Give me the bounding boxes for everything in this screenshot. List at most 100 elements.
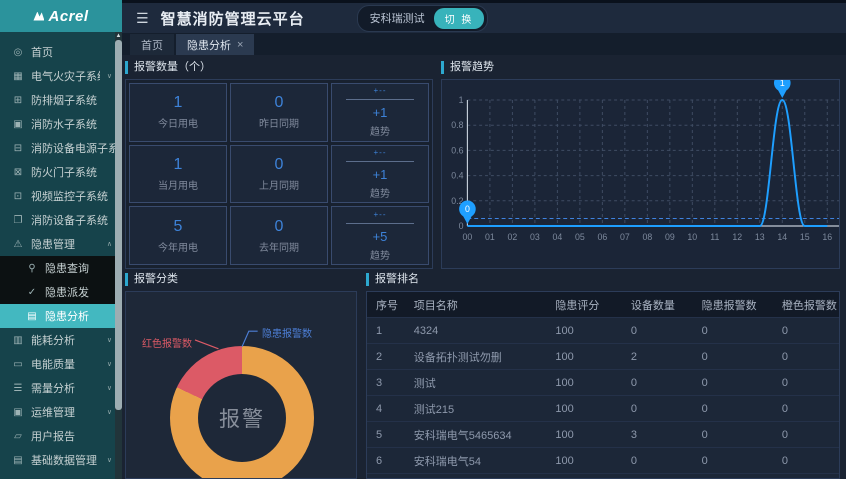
search-icon: ⚲ [26, 263, 38, 274]
svg-text:05: 05 [575, 232, 585, 242]
logo-text: Acrel [48, 8, 88, 25]
svg-text:1: 1 [780, 80, 785, 88]
svg-text:16: 16 [822, 232, 832, 242]
sidebar-item-home[interactable]: ◎首页 [0, 40, 122, 64]
sidebar-item-demand-analysis[interactable]: ☰需量分析∨ [0, 376, 122, 400]
tab-home[interactable]: 首页 [130, 34, 174, 55]
check-icon: ✓ [26, 287, 38, 298]
sidebar-item-user-report[interactable]: ▱用户报告 [0, 424, 122, 448]
sidebar-item-ops-management[interactable]: ▣运维管理∨ [0, 400, 122, 424]
tabbar: 首页 隐患分析 × [122, 33, 846, 55]
hazard-submenu: ⚲隐患查询 ✓隐患派发 ▤隐患分析 [0, 256, 122, 328]
app-logo[interactable]: Acrel [0, 0, 122, 32]
sidebar-item-hazard-dispatch[interactable]: ✓隐患派发 [0, 280, 122, 304]
alarm-rank-panel: 序号项目名称隐患评分设备数量隐患报警数橙色报警数 14324100000 2设备… [366, 291, 840, 479]
section-title-alarm-rank: 报警排名 [366, 273, 840, 286]
chart-icon: ▦ [12, 71, 24, 82]
stat-card-last-month: 0上月同期 [230, 145, 328, 204]
sidebar-item-smoke-control[interactable]: ⊞防排烟子系统 [0, 88, 122, 112]
video-icon: ⊡ [12, 191, 24, 202]
sidebar-item-fire-water[interactable]: ▣消防水子系统 [0, 112, 122, 136]
table-row[interactable]: 14324100000 [367, 317, 839, 343]
sidebar-item-fire-equipment-power[interactable]: ⊟消防设备电源子系统 [0, 136, 122, 160]
home-icon: ◎ [12, 47, 24, 58]
svg-text:04: 04 [552, 232, 562, 242]
donut-label-hazard-alarms: 隐患报警数 [262, 325, 312, 340]
donut-center: 报警 [198, 374, 286, 462]
donut-label-red-alarms: 红色报警数 [142, 335, 192, 350]
switch-button[interactable]: 切 换 [434, 8, 485, 29]
monitor-icon: ▣ [12, 407, 24, 418]
battery-icon: ▭ [12, 359, 24, 370]
content: 报警数量（个） 1今日用电 0昨日同期 +--+1趋势 1当月用电 0上月同期 … [122, 55, 846, 479]
sidebar-scrollbar[interactable]: ▲ [115, 32, 122, 479]
section-title-alarm-count: 报警数量（个） [125, 61, 433, 74]
menu-collapse-icon[interactable]: ☰ [136, 10, 149, 27]
stat-card-last-year: 0去年同期 [230, 206, 328, 265]
device-icon: ❐ [12, 215, 24, 226]
tab-hazard-analysis[interactable]: 隐患分析 × [176, 34, 254, 55]
svg-text:0.8: 0.8 [451, 120, 463, 130]
document-icon: ▤ [26, 311, 38, 322]
sidebar-item-hazard-analysis[interactable]: ▤隐患分析 [0, 304, 122, 328]
table-row[interactable]: 2设备拓扑测试勿删100200 [367, 343, 839, 369]
sidebar-item-hazard-management[interactable]: ⚠隐患管理∧ [0, 232, 122, 256]
svg-text:09: 09 [665, 232, 675, 242]
table-row[interactable]: 7新增测试100000 [367, 473, 839, 479]
list-icon: ☰ [12, 383, 24, 394]
app-root: Acrel ◎首页 ▦电气火灾子系统∨ ⊞防排烟子系统 ▣消防水子系统 ⊟消防设… [0, 0, 846, 479]
sidebar-item-hazard-query[interactable]: ⚲隐患查询 [0, 256, 122, 280]
sidebar-item-energy-analysis[interactable]: ▥能耗分析∨ [0, 328, 122, 352]
database-icon: ▤ [12, 455, 24, 466]
svg-text:0.4: 0.4 [451, 171, 463, 181]
svg-text:10: 10 [687, 232, 697, 242]
section-title-alarm-category: 报警分类 [125, 273, 357, 286]
svg-text:07: 07 [620, 232, 630, 242]
svg-text:0: 0 [459, 221, 464, 231]
table-row[interactable]: 6安科瑞电气54100000 [367, 447, 839, 473]
sidebar-item-electrical-fire[interactable]: ▦电气火灾子系统∨ [0, 64, 122, 88]
svg-text:02: 02 [508, 232, 518, 242]
sidebar-item-fire-equipment[interactable]: ❐消防设备子系统 [0, 208, 122, 232]
close-icon[interactable]: × [237, 39, 243, 51]
alarm-count-panel: 1今日用电 0昨日同期 +--+1趋势 1当月用电 0上月同期 +--+1趋势 … [125, 79, 433, 269]
alarm-trend-chart: 00.20.40.60.8100010203040506070809101112… [442, 80, 839, 268]
table-row[interactable]: 4测试215100000 [367, 395, 839, 421]
alarm-trend-panel: 00.20.40.60.8100010203040506070809101112… [441, 79, 840, 269]
stat-card-today: 1今日用电 [129, 83, 227, 142]
svg-text:1: 1 [459, 95, 464, 105]
fire-door-icon: ⊠ [12, 167, 24, 178]
fraction-divider [346, 161, 413, 162]
sidebar: Acrel ◎首页 ▦电气火灾子系统∨ ⊞防排烟子系统 ▣消防水子系统 ⊟消防设… [0, 0, 122, 479]
stat-card-yesterday: 0昨日同期 [230, 83, 328, 142]
svg-text:12: 12 [732, 232, 742, 242]
svg-text:03: 03 [530, 232, 540, 242]
svg-text:06: 06 [597, 232, 607, 242]
page-title: 智慧消防管理云平台 [161, 8, 305, 29]
main-area: ☰ 智慧消防管理云平台 安科瑞测试 切 换 首页 隐患分析 × 报警数量（个） … [122, 0, 846, 479]
svg-text:0.6: 0.6 [451, 145, 463, 155]
table-row[interactable]: 5安科瑞电气5465634100300 [367, 421, 839, 447]
org-switcher: 安科瑞测试 切 换 [357, 5, 489, 32]
scroll-up-icon[interactable]: ▲ [115, 32, 122, 40]
meter-icon: ▥ [12, 335, 24, 346]
sidebar-item-power-quality[interactable]: ▭电能质量∨ [0, 352, 122, 376]
fraction-divider [346, 223, 413, 224]
stat-card-month-trend: +--+1趋势 [331, 145, 429, 204]
sidebar-item-video-surveillance[interactable]: ⊡视频监控子系统 [0, 184, 122, 208]
sidebar-item-fire-door[interactable]: ⊠防火门子系统 [0, 160, 122, 184]
water-system-icon: ▣ [12, 119, 24, 130]
report-icon: ▱ [12, 431, 24, 442]
table-row[interactable]: 3测试100000 [367, 369, 839, 395]
alarm-category-panel: 报警 隐患报警数 红色报警数 [125, 291, 357, 479]
svg-text:08: 08 [642, 232, 652, 242]
svg-text:13: 13 [755, 232, 765, 242]
topbar: ☰ 智慧消防管理云平台 安科瑞测试 切 换 [122, 0, 846, 33]
svg-text:00: 00 [463, 232, 473, 242]
stat-card-year: 5今年用电 [129, 206, 227, 265]
sidebar-item-basic-data[interactable]: ▤基础数据管理∨ [0, 448, 122, 472]
section-title-alarm-trend: 报警趋势 [441, 61, 840, 74]
sidebar-scrollbar-thumb[interactable] [115, 40, 122, 410]
stat-card-month: 1当月用电 [129, 145, 227, 204]
fraction-divider [346, 99, 413, 100]
